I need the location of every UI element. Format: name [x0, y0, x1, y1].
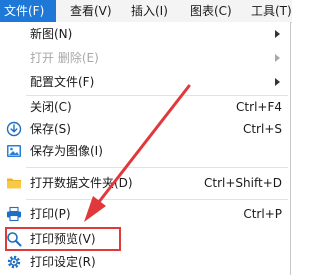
- menu-item-open-delete[interactable]: 打开 删除(E): [0, 47, 290, 69]
- menu-item-save[interactable]: 保存(S) Ctrl+S: [0, 118, 290, 140]
- menu-item-shortcut: Ctrl+Shift+D: [204, 176, 282, 190]
- menu-item-label: 打开数据文件夹(D): [30, 176, 133, 190]
- menu-item-open-data-folder[interactable]: 打开数据文件夹(D) Ctrl+Shift+D: [0, 172, 290, 194]
- submenu-arrow-icon: [275, 54, 280, 62]
- submenu-arrow-icon: [275, 78, 280, 86]
- menu-item-shortcut: Ctrl+F4: [236, 100, 282, 114]
- menu-view[interactable]: 查看(V): [66, 0, 116, 22]
- menu-bar: 文件(F) 查看(V) 插入(I) 图表(C) 工具(T): [0, 0, 292, 23]
- menu-item-close[interactable]: 关闭(C) Ctrl+F4: [0, 96, 290, 118]
- menu-item-save-as-image[interactable]: 保存为图像(I): [0, 140, 290, 162]
- menu-item-print-preview[interactable]: 打印预览(V): [0, 228, 290, 250]
- menu-insert[interactable]: 插入(I): [127, 0, 172, 22]
- menu-chart[interactable]: 图表(C): [186, 0, 236, 22]
- menu-item-shortcut: Ctrl+P: [243, 207, 282, 221]
- menu-file[interactable]: 文件(F): [0, 0, 56, 22]
- image-icon: [7, 145, 21, 157]
- menu-item-config-file[interactable]: 配置文件(F): [0, 71, 290, 93]
- submenu-arrow-icon: [275, 30, 280, 38]
- menu-item-label: 保存为图像(I): [30, 144, 103, 158]
- menu-item-label: 保存(S): [30, 122, 71, 136]
- menu-separator: [26, 199, 288, 200]
- folder-icon: [7, 178, 21, 189]
- save-icon: [6, 121, 22, 137]
- menu-item-print[interactable]: 打印(P) Ctrl+P: [0, 203, 290, 225]
- menu-item-label: 配置文件(F): [30, 75, 95, 89]
- menu-item-shortcut: Ctrl+S: [242, 122, 282, 136]
- menu-item-label: 打开 删除(E): [30, 51, 99, 65]
- print-preview-icon: [7, 232, 22, 247]
- menu-item-new-chart[interactable]: 新图(N): [0, 23, 290, 45]
- menu-item-label: 关闭(C): [30, 100, 72, 114]
- print-settings-icon: [7, 255, 21, 269]
- menu-item-print-settings[interactable]: 打印设定(R): [0, 251, 290, 273]
- menu-item-label: 打印设定(R): [30, 255, 96, 269]
- menu-separator: [26, 167, 288, 168]
- printer-icon: [7, 206, 21, 222]
- menu-item-label: 新图(N): [30, 27, 73, 41]
- file-menu-dropdown: 新图(N) 打开 删除(E) 配置文件(F) 关闭(C) Ctrl+F4 保存(…: [0, 22, 291, 275]
- menu-tools[interactable]: 工具(T): [247, 0, 296, 22]
- menu-item-label: 打印预览(V): [30, 232, 96, 246]
- menu-item-label: 打印(P): [30, 207, 71, 221]
